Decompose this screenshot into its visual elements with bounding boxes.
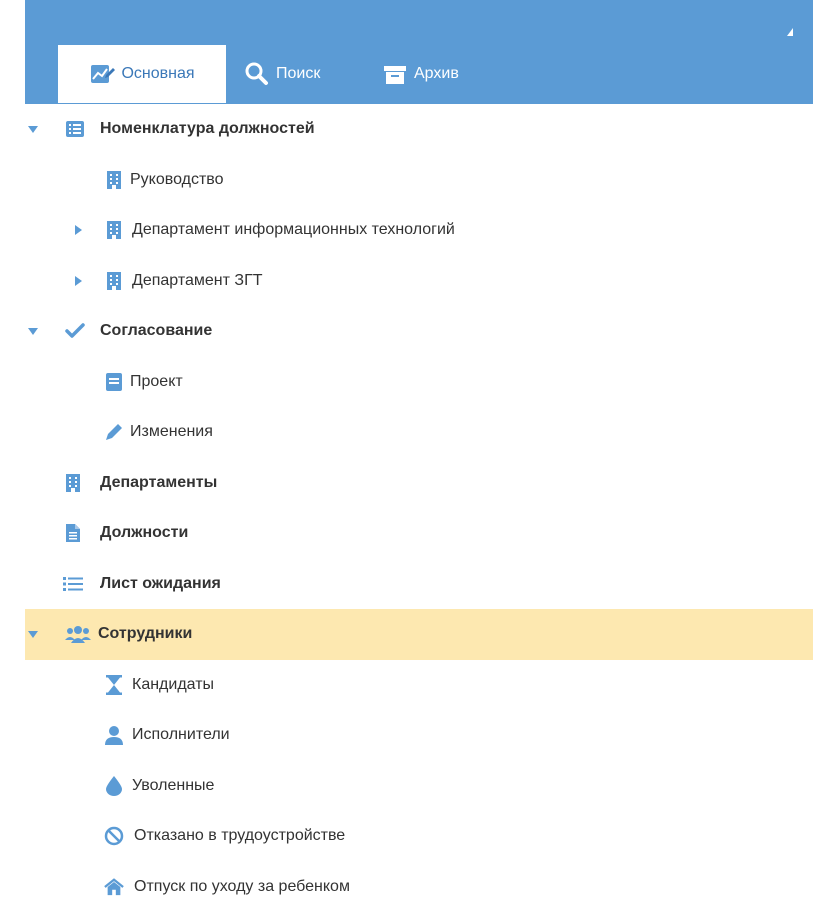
building-icon <box>63 473 83 493</box>
tree-item-approval[interactable]: Согласование <box>25 306 813 357</box>
user-icon <box>104 725 124 745</box>
tree-item-label: Изменения <box>130 423 213 441</box>
tree-item-label: Сотрудники <box>98 625 192 643</box>
search-icon <box>244 61 270 87</box>
tab-main-label: Основная <box>121 65 194 83</box>
tree-item-label: Исполнители <box>132 726 230 744</box>
chart-edit-icon <box>89 61 115 87</box>
tree-item-label: Лист ожидания <box>100 575 221 593</box>
tree-item-dept-it[interactable]: Департамент информационных технологий <box>25 205 813 256</box>
tab-archive[interactable]: Архив <box>382 45 459 103</box>
building-icon <box>104 271 124 291</box>
book-icon <box>104 372 124 392</box>
navigation-tree: Номенклатура должностей Руководство Депа… <box>25 103 813 912</box>
tree-item-performers[interactable]: Исполнители <box>25 710 813 761</box>
tab-search[interactable]: Поиск <box>244 45 320 103</box>
archive-box-icon <box>382 61 408 87</box>
tree-item-dept-zgt[interactable]: Департамент ЗГТ <box>25 256 813 307</box>
tree-item-rejected[interactable]: Отказано в трудоустройстве <box>25 811 813 862</box>
home-icon <box>104 877 124 897</box>
tree-item-nomenclature[interactable]: Номенклатура должностей <box>25 103 813 155</box>
expand-caret-icon[interactable] <box>28 631 38 638</box>
tree-item-label: Должности <box>100 524 188 542</box>
tree-item-label: Департамент информационных технологий <box>132 221 455 239</box>
tree-item-management[interactable]: Руководство <box>25 155 813 206</box>
check-icon <box>65 321 85 341</box>
tree-item-label: Отпуск по уходу за ребенком <box>134 878 350 896</box>
building-icon <box>104 170 124 190</box>
tree-item-label: Департаменты <box>100 474 217 492</box>
users-icon <box>65 624 91 644</box>
tree-item-waitlist[interactable]: Лист ожидания <box>25 559 813 610</box>
expand-caret-icon[interactable] <box>28 328 38 335</box>
tree-item-label: Проект <box>130 373 183 391</box>
tree-item-project[interactable]: Проект <box>25 357 813 408</box>
tree-item-label: Руководство <box>130 171 224 189</box>
tree-item-parental-leave[interactable]: Отпуск по уходу за ребенком <box>25 862 813 912</box>
tree-item-label: Номенклатура должностей <box>100 120 315 138</box>
tab-archive-label: Архив <box>414 65 459 83</box>
building-icon <box>104 220 124 240</box>
tree-item-departments[interactable]: Департаменты <box>25 458 813 509</box>
tree-item-candidates[interactable]: Кандидаты <box>25 660 813 711</box>
expand-caret-icon[interactable] <box>75 225 82 235</box>
expand-caret-icon[interactable] <box>75 276 82 286</box>
tab-search-label: Поиск <box>276 65 320 83</box>
tree-item-label: Департамент ЗГТ <box>132 272 263 290</box>
expand-caret-icon[interactable] <box>28 126 38 133</box>
list-icon <box>65 119 85 139</box>
pencil-icon <box>104 422 124 442</box>
hourglass-icon <box>104 675 124 695</box>
bullet-list-icon <box>63 574 83 594</box>
ban-icon <box>104 826 124 846</box>
tree-item-dismissed[interactable]: Уволенные <box>25 761 813 812</box>
tree-item-label: Уволенные <box>132 777 214 795</box>
tree-item-label: Согласование <box>100 322 212 340</box>
tree-item-employees[interactable]: Сотрудники <box>25 609 813 660</box>
tree-item-changes[interactable]: Изменения <box>25 407 813 458</box>
tab-main[interactable]: Основная <box>58 45 226 103</box>
tree-item-positions[interactable]: Должности <box>25 508 813 559</box>
drop-icon <box>104 776 124 796</box>
tree-item-label: Кандидаты <box>132 676 214 694</box>
top-panel-header: Основная Поиск Архив <box>25 0 813 103</box>
collapse-panel-icon[interactable] <box>787 28 793 36</box>
document-icon <box>63 523 83 543</box>
tree-item-label: Отказано в трудоустройстве <box>134 827 345 845</box>
